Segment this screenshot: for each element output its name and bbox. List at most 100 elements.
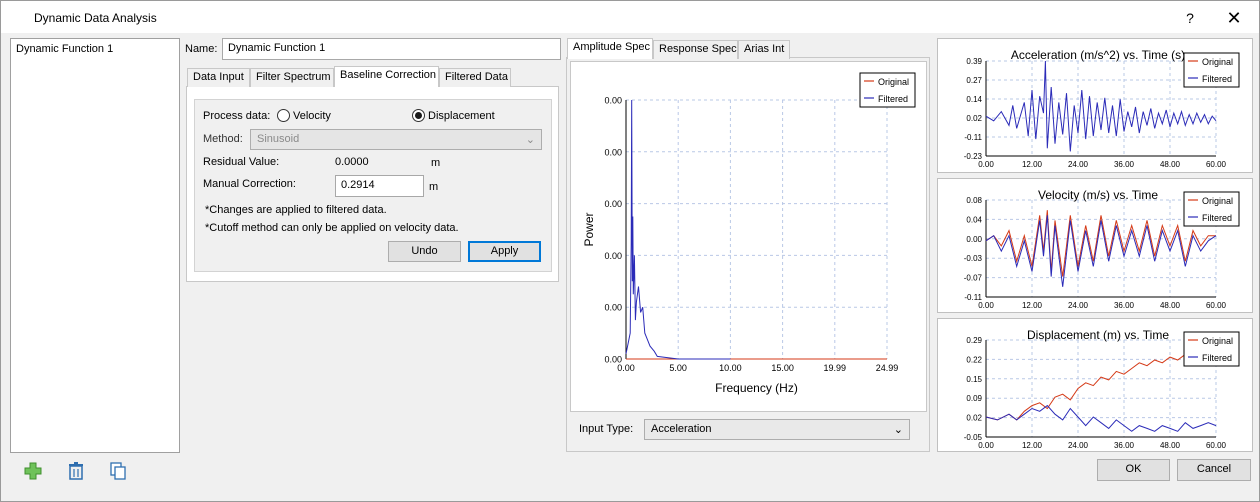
chevron-down-icon: ⌄ [893, 424, 903, 436]
x-tick-label: 0.00 [978, 301, 994, 310]
x-tick-label: 15.00 [771, 363, 794, 373]
x-tick-label: 36.00 [1114, 160, 1135, 169]
displacement-label[interactable]: Displacement [428, 110, 495, 122]
manual-correction-unit: m [429, 181, 439, 193]
x-tick-label: 36.00 [1114, 301, 1135, 310]
window-title: Dynamic Data Analysis [34, 11, 157, 25]
x-tick-label: 60.00 [1206, 301, 1227, 310]
y-tick-label: -0.07 [964, 274, 983, 283]
y-tick-label: -0.05 [964, 433, 983, 442]
y-tick-label: 0.27 [966, 76, 982, 85]
function-list[interactable]: Dynamic Function 1 [10, 38, 180, 453]
y-tick-label: 0.02 [966, 114, 982, 123]
y-tick-label: 0.00 [604, 355, 622, 365]
displacement-chart-frame: 0.00 12.00 24.00 36.00 48.00 60.00 0.29 0.22 0.1… [937, 318, 1253, 452]
close-button[interactable]: ✕ [1221, 8, 1247, 28]
help-button[interactable]: ? [1179, 8, 1201, 28]
apply-button[interactable]: Apply [468, 241, 541, 262]
copy-icon[interactable] [108, 461, 128, 481]
name-label: Name: [185, 43, 218, 55]
legend-label-filtered: Filtered [1202, 213, 1232, 223]
x-tick-label: 5.00 [669, 363, 687, 373]
y-tick-label: 0.39 [966, 57, 982, 66]
y-tick-label: -0.11 [964, 133, 982, 142]
residual-label: Residual Value: [203, 156, 280, 168]
ok-button[interactable]: OK [1097, 459, 1170, 481]
y-tick-label: 0.00 [604, 251, 622, 261]
note-cutoff: *Cutoff method can only be applied on ve… [205, 222, 459, 234]
tab-filter-spectrum[interactable]: Filter Spectrum [250, 68, 334, 87]
acceleration-chart-frame: 0.00 12.00 24.00 36.00 48.00 60.00 0.39 0.27 0.1… [937, 38, 1253, 173]
residual-value: 0.0000 [335, 156, 369, 168]
velocity-radio[interactable] [277, 109, 290, 122]
displacement-radio[interactable] [412, 109, 425, 122]
x-tick-label: 24.00 [1068, 301, 1089, 310]
legend-label-original: Original [1202, 57, 1233, 67]
method-value: Sinusoid [257, 133, 300, 145]
input-type-select[interactable]: Acceleration ⌄ [644, 419, 910, 440]
x-tick-label: 12.00 [1022, 160, 1043, 169]
legend-label-original: Original [1202, 196, 1233, 206]
y-tick-label: 0.00 [604, 147, 622, 157]
add-icon[interactable] [23, 461, 43, 481]
series-line-original [985, 342, 1202, 421]
cancel-button[interactable]: Cancel [1177, 459, 1251, 481]
delete-icon[interactable] [66, 461, 86, 481]
chart-title: Displacement (m) vs. Time [1027, 328, 1169, 342]
process-data-label: Process data: [203, 110, 271, 122]
residual-unit: m [431, 157, 441, 169]
x-tick-label: 12.00 [1022, 441, 1043, 450]
manual-correction-label: Manual Correction: [203, 178, 296, 190]
chevron-down-icon: ⌄ [525, 134, 535, 146]
y-tick-label: 0.02 [966, 414, 982, 423]
legend-label-original: Original [878, 77, 909, 87]
x-tick-label: 0.00 [617, 363, 635, 373]
x-tick-label: 10.00 [719, 363, 742, 373]
tab-data-input[interactable]: Data Input [187, 68, 250, 87]
name-input[interactable]: Dynamic Function 1 [222, 38, 561, 60]
velocity-label[interactable]: Velocity [293, 110, 331, 122]
y-tick-label: 0.00 [604, 96, 622, 106]
tab-filtered-data[interactable]: Filtered Data [439, 68, 511, 87]
y-tick-label: -0.03 [964, 254, 983, 263]
series-line-filtered [985, 215, 1217, 287]
series-line-filtered [985, 404, 1217, 432]
acceleration-chart: 0.00 12.00 24.00 36.00 48.00 60.00 0.39 0.27 0.1… [964, 48, 1240, 169]
legend-label-original: Original [1202, 336, 1233, 346]
chart-title: Acceleration (m/s^2) vs. Time (s) [1011, 48, 1185, 62]
series-line-original [985, 210, 1216, 277]
undo-button[interactable]: Undo [388, 241, 461, 262]
input-type-label: Input Type: [579, 423, 634, 435]
y-tick-label: -0.11 [964, 293, 982, 302]
tab-amplitude-spec[interactable]: Amplitude Spec [567, 38, 653, 59]
x-tick-label: 12.00 [1022, 301, 1043, 310]
y-tick-label: 0.04 [966, 215, 982, 224]
y-tick-label: 0.00 [604, 303, 622, 313]
x-tick-label: 48.00 [1160, 160, 1181, 169]
list-item[interactable]: Dynamic Function 1 [16, 43, 113, 55]
legend-label-filtered: Filtered [878, 94, 908, 104]
tab-baseline-correction[interactable]: Baseline Correction [334, 66, 439, 87]
tab-arias-int[interactable]: Arias Int [738, 40, 790, 59]
y-tick-label: 0.14 [966, 95, 982, 104]
y-tick-label: 0.15 [966, 375, 982, 384]
y-tick-label: 0.08 [966, 196, 982, 205]
tab-response-spec[interactable]: Response Spec [653, 40, 738, 59]
series-line-filtered [985, 60, 1217, 152]
x-tick-label: 36.00 [1114, 441, 1135, 450]
y-tick-label: 0.00 [966, 235, 982, 244]
x-tick-label: 48.00 [1160, 301, 1181, 310]
input-type-value: Acceleration [651, 423, 712, 435]
y-tick-label: 0.22 [966, 355, 982, 364]
displacement-chart: 0.00 12.00 24.00 36.00 48.00 60.00 0.29 0.22 0.1… [964, 328, 1240, 450]
manual-correction-input[interactable]: 0.2914 [335, 175, 424, 197]
x-tick-label: 0.00 [978, 441, 994, 450]
x-tick-label: 48.00 [1160, 441, 1181, 450]
x-tick-label: 24.99 [876, 363, 899, 373]
velocity-chart-frame: 0.00 12.00 24.00 36.00 48.00 60.00 0.08 0.04 0.0… [937, 178, 1253, 313]
amplitude-spectrum-chart: 0.00 5.00 10.00 15.00 19.99 24.990.000.000.00… [582, 72, 916, 395]
note-filtered: *Changes are applied to filtered data. [205, 204, 387, 216]
y-axis-label: Power [582, 212, 596, 246]
x-tick-label: 24.00 [1068, 160, 1089, 169]
y-tick-label: 0.00 [604, 199, 622, 209]
